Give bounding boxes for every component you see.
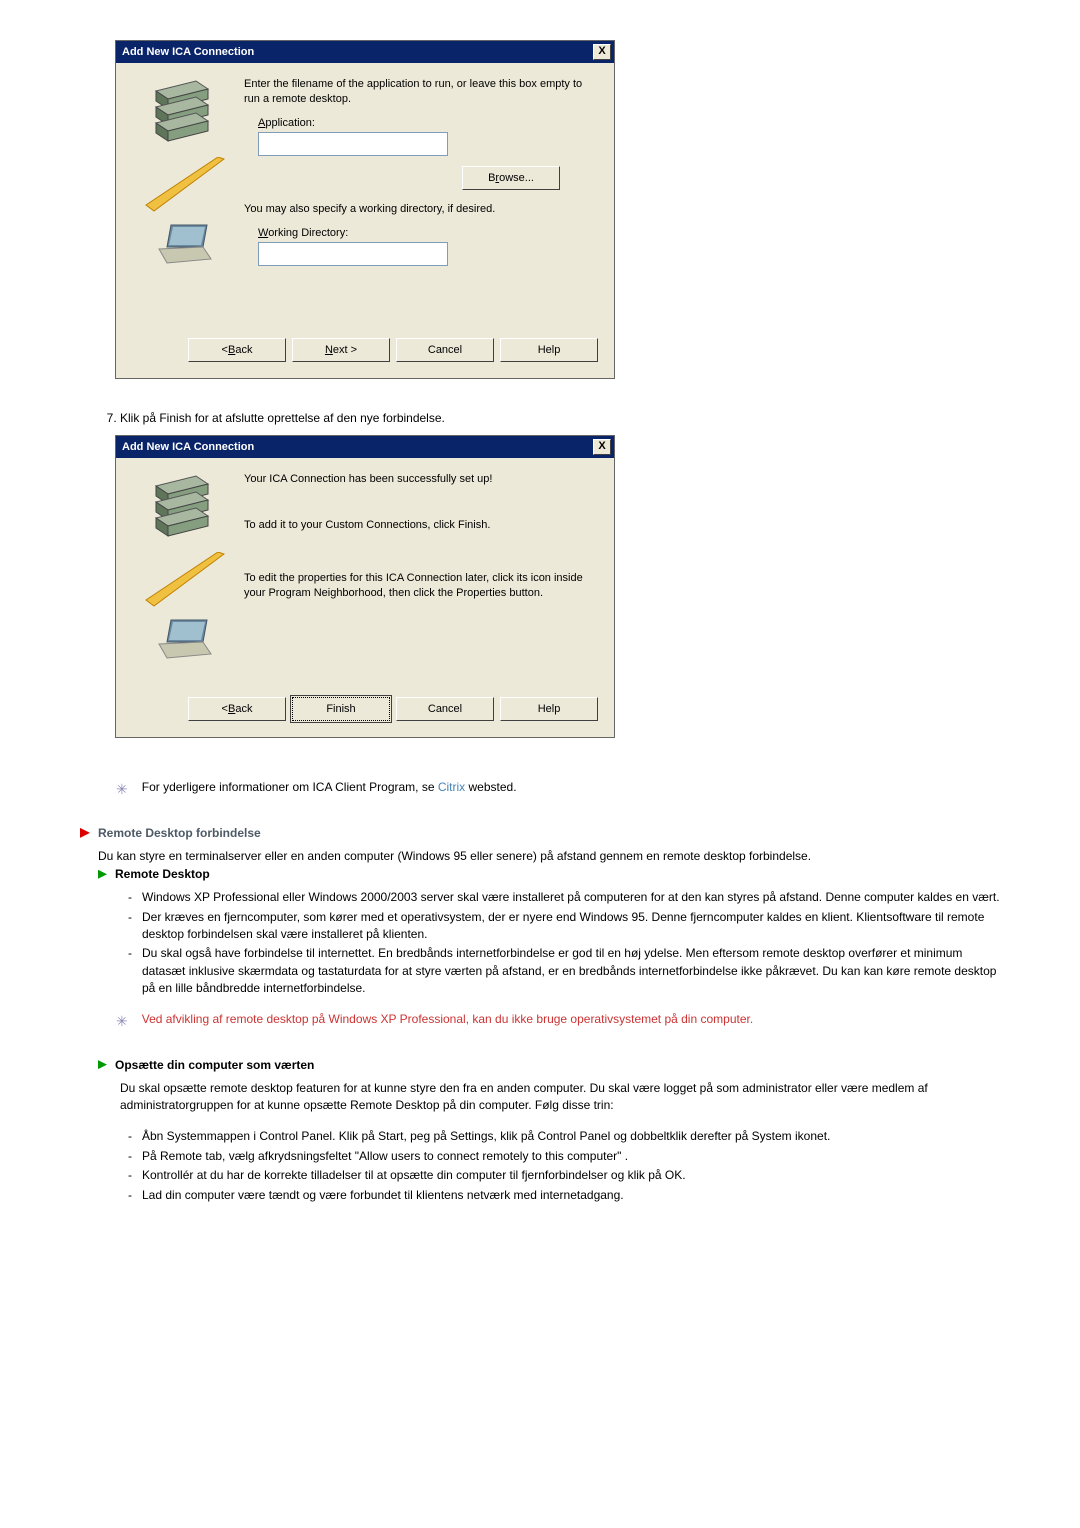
next-button[interactable]: Next > [292, 338, 390, 362]
finish-button[interactable]: Finish [292, 697, 390, 721]
remote-desktop-subhead: Remote Desktop [115, 867, 210, 881]
list-item: Åbn Systemmappen i Control Panel. Klik p… [128, 1128, 1000, 1145]
working-directory-input[interactable] [258, 242, 448, 266]
cancel-button[interactable]: Cancel [396, 338, 494, 362]
list-item: Windows XP Professional eller Windows 20… [128, 889, 1000, 906]
step-7-text: Klik på Finish for at afslutte oprettels… [120, 411, 1000, 425]
list-item: På Remote tab, vælg afkrydsningsfeltet "… [128, 1148, 1000, 1165]
back-button[interactable]: < Back [188, 697, 286, 721]
help-button[interactable]: Help [500, 338, 598, 362]
close-icon[interactable]: X [593, 44, 611, 60]
connection-beam-icon [136, 552, 228, 612]
laptop-icon [155, 223, 215, 269]
connection-beam-icon [136, 157, 228, 217]
wizard-side-graphic [128, 77, 236, 322]
remote-desktop-header: Remote Desktop forbindelse [98, 826, 261, 840]
wizard-side-graphic [128, 472, 236, 681]
finish-line-2: To add it to your Custom Connections, cl… [244, 518, 598, 533]
close-icon[interactable]: X [593, 439, 611, 455]
help-button[interactable]: Help [500, 697, 598, 721]
window-titlebar[interactable]: Add New ICA Connection X [116, 41, 614, 63]
working-directory-label: Working Directory: [258, 227, 598, 239]
wizard-intro-text: Enter the filename of the application to… [244, 77, 598, 107]
asterisk-icon: ✳ [116, 782, 128, 796]
wizard-dialog-finish: Add New ICA Connection X [115, 435, 615, 738]
server-stack-icon [152, 472, 212, 538]
list-item: Kontrollér at du har de korrekte tillade… [128, 1167, 1000, 1184]
remote-desktop-warning: Ved afvikling af remote desktop på Windo… [142, 1012, 753, 1026]
back-button[interactable]: < Back [188, 338, 286, 362]
application-input[interactable] [258, 132, 448, 156]
host-setup-intro: Du skal opsætte remote desktop featuren … [120, 1080, 1000, 1115]
section-arrow-icon [80, 828, 90, 838]
window-title: Add New ICA Connection [122, 46, 254, 58]
list-item: Der kræves en fjerncomputer, som kører m… [128, 909, 1000, 944]
laptop-icon [155, 618, 215, 664]
sub-arrow-icon [98, 1060, 107, 1069]
list-item: Lad din computer være tændt og være forb… [128, 1187, 1000, 1204]
host-setup-header: Opsætte din computer som værten [115, 1058, 314, 1072]
window-title: Add New ICA Connection [122, 441, 254, 453]
list-item: Du skal også have forbindelse til intern… [128, 945, 1000, 997]
asterisk-icon: ✳ [116, 1014, 128, 1028]
browse-button[interactable]: Browse... [462, 166, 560, 190]
citrix-link[interactable]: Citrix [438, 780, 465, 794]
window-titlebar[interactable]: Add New ICA Connection X [116, 436, 614, 458]
finish-line-3: To edit the properties for this ICA Conn… [244, 571, 598, 601]
server-stack-icon [152, 77, 212, 143]
cancel-button[interactable]: Cancel [396, 697, 494, 721]
finish-line-1: Your ICA Connection has been successfull… [244, 472, 598, 487]
working-directory-intro: You may also specify a working directory… [244, 202, 598, 217]
application-label: Application: [258, 117, 598, 129]
wizard-dialog-application: Add New ICA Connection X [115, 40, 615, 379]
citrix-note: For yderligere informationer om ICA Clie… [142, 780, 517, 794]
remote-desktop-intro: Du kan styre en terminalserver eller en … [98, 848, 1000, 865]
sub-arrow-icon [98, 870, 107, 879]
